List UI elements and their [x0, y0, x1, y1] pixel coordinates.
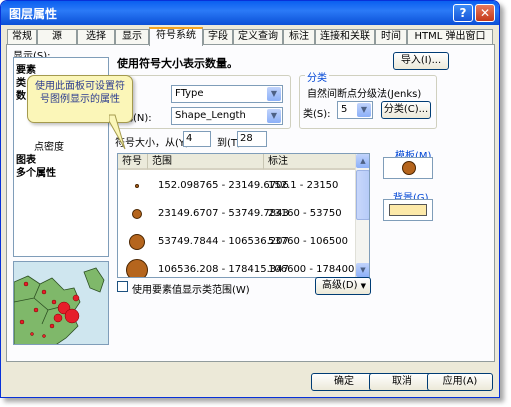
tab-joins-relates[interactable]: 连接和关联	[315, 29, 375, 45]
tab-selection[interactable]: 选择	[77, 29, 115, 45]
class-table: 符号 范围 标注 152.098765 - 23149.6706 152.1 -…	[117, 153, 370, 278]
scroll-up-icon[interactable]: ▲	[356, 154, 369, 168]
symbol-swatch[interactable]	[129, 234, 145, 250]
table-row[interactable]: 23149.6707 - 53749.7843 23160 - 53750	[118, 200, 354, 228]
tab-time[interactable]: 时间	[375, 29, 407, 45]
cancel-button[interactable]: 取消	[369, 373, 435, 391]
window-title: 图层属性	[9, 7, 58, 21]
classes-label: 类(S):	[303, 109, 331, 120]
chevron-down-icon: ▼	[357, 103, 371, 117]
classify-button[interactable]: 分类(C)...	[381, 101, 431, 119]
value-field-select[interactable]: FType ▼	[171, 85, 283, 103]
table-row[interactable]: 53749.7844 - 106536.207 53760 - 106500	[118, 228, 354, 256]
template-symbol-swatch	[402, 161, 416, 175]
symbology-heading: 使用符号大小表示数量。	[117, 57, 238, 70]
apply-button[interactable]: 应用(A)	[427, 373, 493, 391]
tab-definition-query[interactable]: 定义查询	[233, 29, 283, 45]
tooltip-pointer	[109, 114, 126, 150]
tab-symbology[interactable]: 符号系统	[149, 27, 203, 46]
column-header-label[interactable]: 标注	[264, 154, 356, 170]
normalization-select[interactable]: Shape_Length ▼	[171, 107, 283, 125]
symbol-swatch[interactable]	[132, 209, 142, 219]
classification-method: 自然间断点分级法(Jenks)	[307, 89, 422, 100]
feature-values-checkbox[interactable]	[117, 281, 128, 292]
layer-properties-dialog: 图层属性 ? ✕ 常规 源 选择 显示 符号系统 字段 定义查询 标注 连接和关…	[0, 0, 500, 398]
feature-values-checkbox-label[interactable]: 使用要素值显示类范围(W)	[132, 281, 250, 296]
column-header-symbol[interactable]: 符号	[118, 154, 148, 170]
label-cell[interactable]: 106600 - 178400	[268, 264, 354, 275]
show-item-multiple-attributes[interactable]: 多个属性	[16, 164, 56, 179]
tab-labels[interactable]: 标注	[283, 29, 315, 45]
help-button[interactable]: ?	[453, 4, 473, 22]
size-from-input[interactable]: 4	[183, 131, 211, 147]
advanced-button[interactable]: 高级(D) ▼	[315, 277, 371, 295]
classification-legend: 分类	[305, 69, 329, 84]
title-bar[interactable]: 图层属性 ? ✕	[1, 1, 499, 25]
column-header-range[interactable]: 范围	[148, 154, 264, 170]
label-cell[interactable]: 152.1 - 23150	[268, 180, 338, 191]
show-item-dot-density[interactable]: 点密度	[34, 138, 64, 153]
background-swatch	[389, 204, 427, 216]
tab-general[interactable]: 常规	[7, 29, 37, 45]
ok-button[interactable]: 确定	[311, 373, 377, 391]
table-scrollbar[interactable]: ▲ ▼	[355, 154, 369, 277]
size-to-input[interactable]: 28	[237, 131, 267, 147]
label-cell[interactable]: 23160 - 53750	[268, 208, 342, 219]
symbol-swatch[interactable]	[126, 259, 148, 277]
import-button[interactable]: 导入(I)...	[393, 52, 449, 70]
chevron-down-icon: ▼	[267, 87, 281, 101]
classes-select[interactable]: 5 ▼	[337, 101, 373, 119]
tab-source[interactable]: 源	[37, 29, 77, 45]
table-row[interactable]: 106536.208 - 178415.347 106600 - 178400	[118, 256, 354, 277]
template-symbol-button[interactable]	[383, 157, 433, 179]
scroll-thumb[interactable]	[356, 170, 369, 220]
scroll-down-icon[interactable]: ▼	[356, 263, 369, 277]
label-cell[interactable]: 53760 - 106500	[268, 236, 348, 247]
background-symbol-button[interactable]	[383, 199, 433, 221]
close-button[interactable]: ✕	[475, 4, 495, 22]
table-row[interactable]: 152.098765 - 23149.6706 152.1 - 23150	[118, 172, 354, 200]
preview-map-image	[13, 261, 109, 345]
symbol-swatch[interactable]	[135, 184, 139, 188]
show-item-quantities[interactable]: 数	[16, 87, 26, 102]
chevron-down-icon: ▼	[360, 282, 366, 290]
tab-display[interactable]: 显示	[115, 29, 149, 45]
tab-html-popup[interactable]: HTML 弹出窗口	[407, 29, 493, 45]
chevron-down-icon: ▼	[267, 109, 281, 123]
tab-fields[interactable]: 字段	[203, 29, 233, 45]
